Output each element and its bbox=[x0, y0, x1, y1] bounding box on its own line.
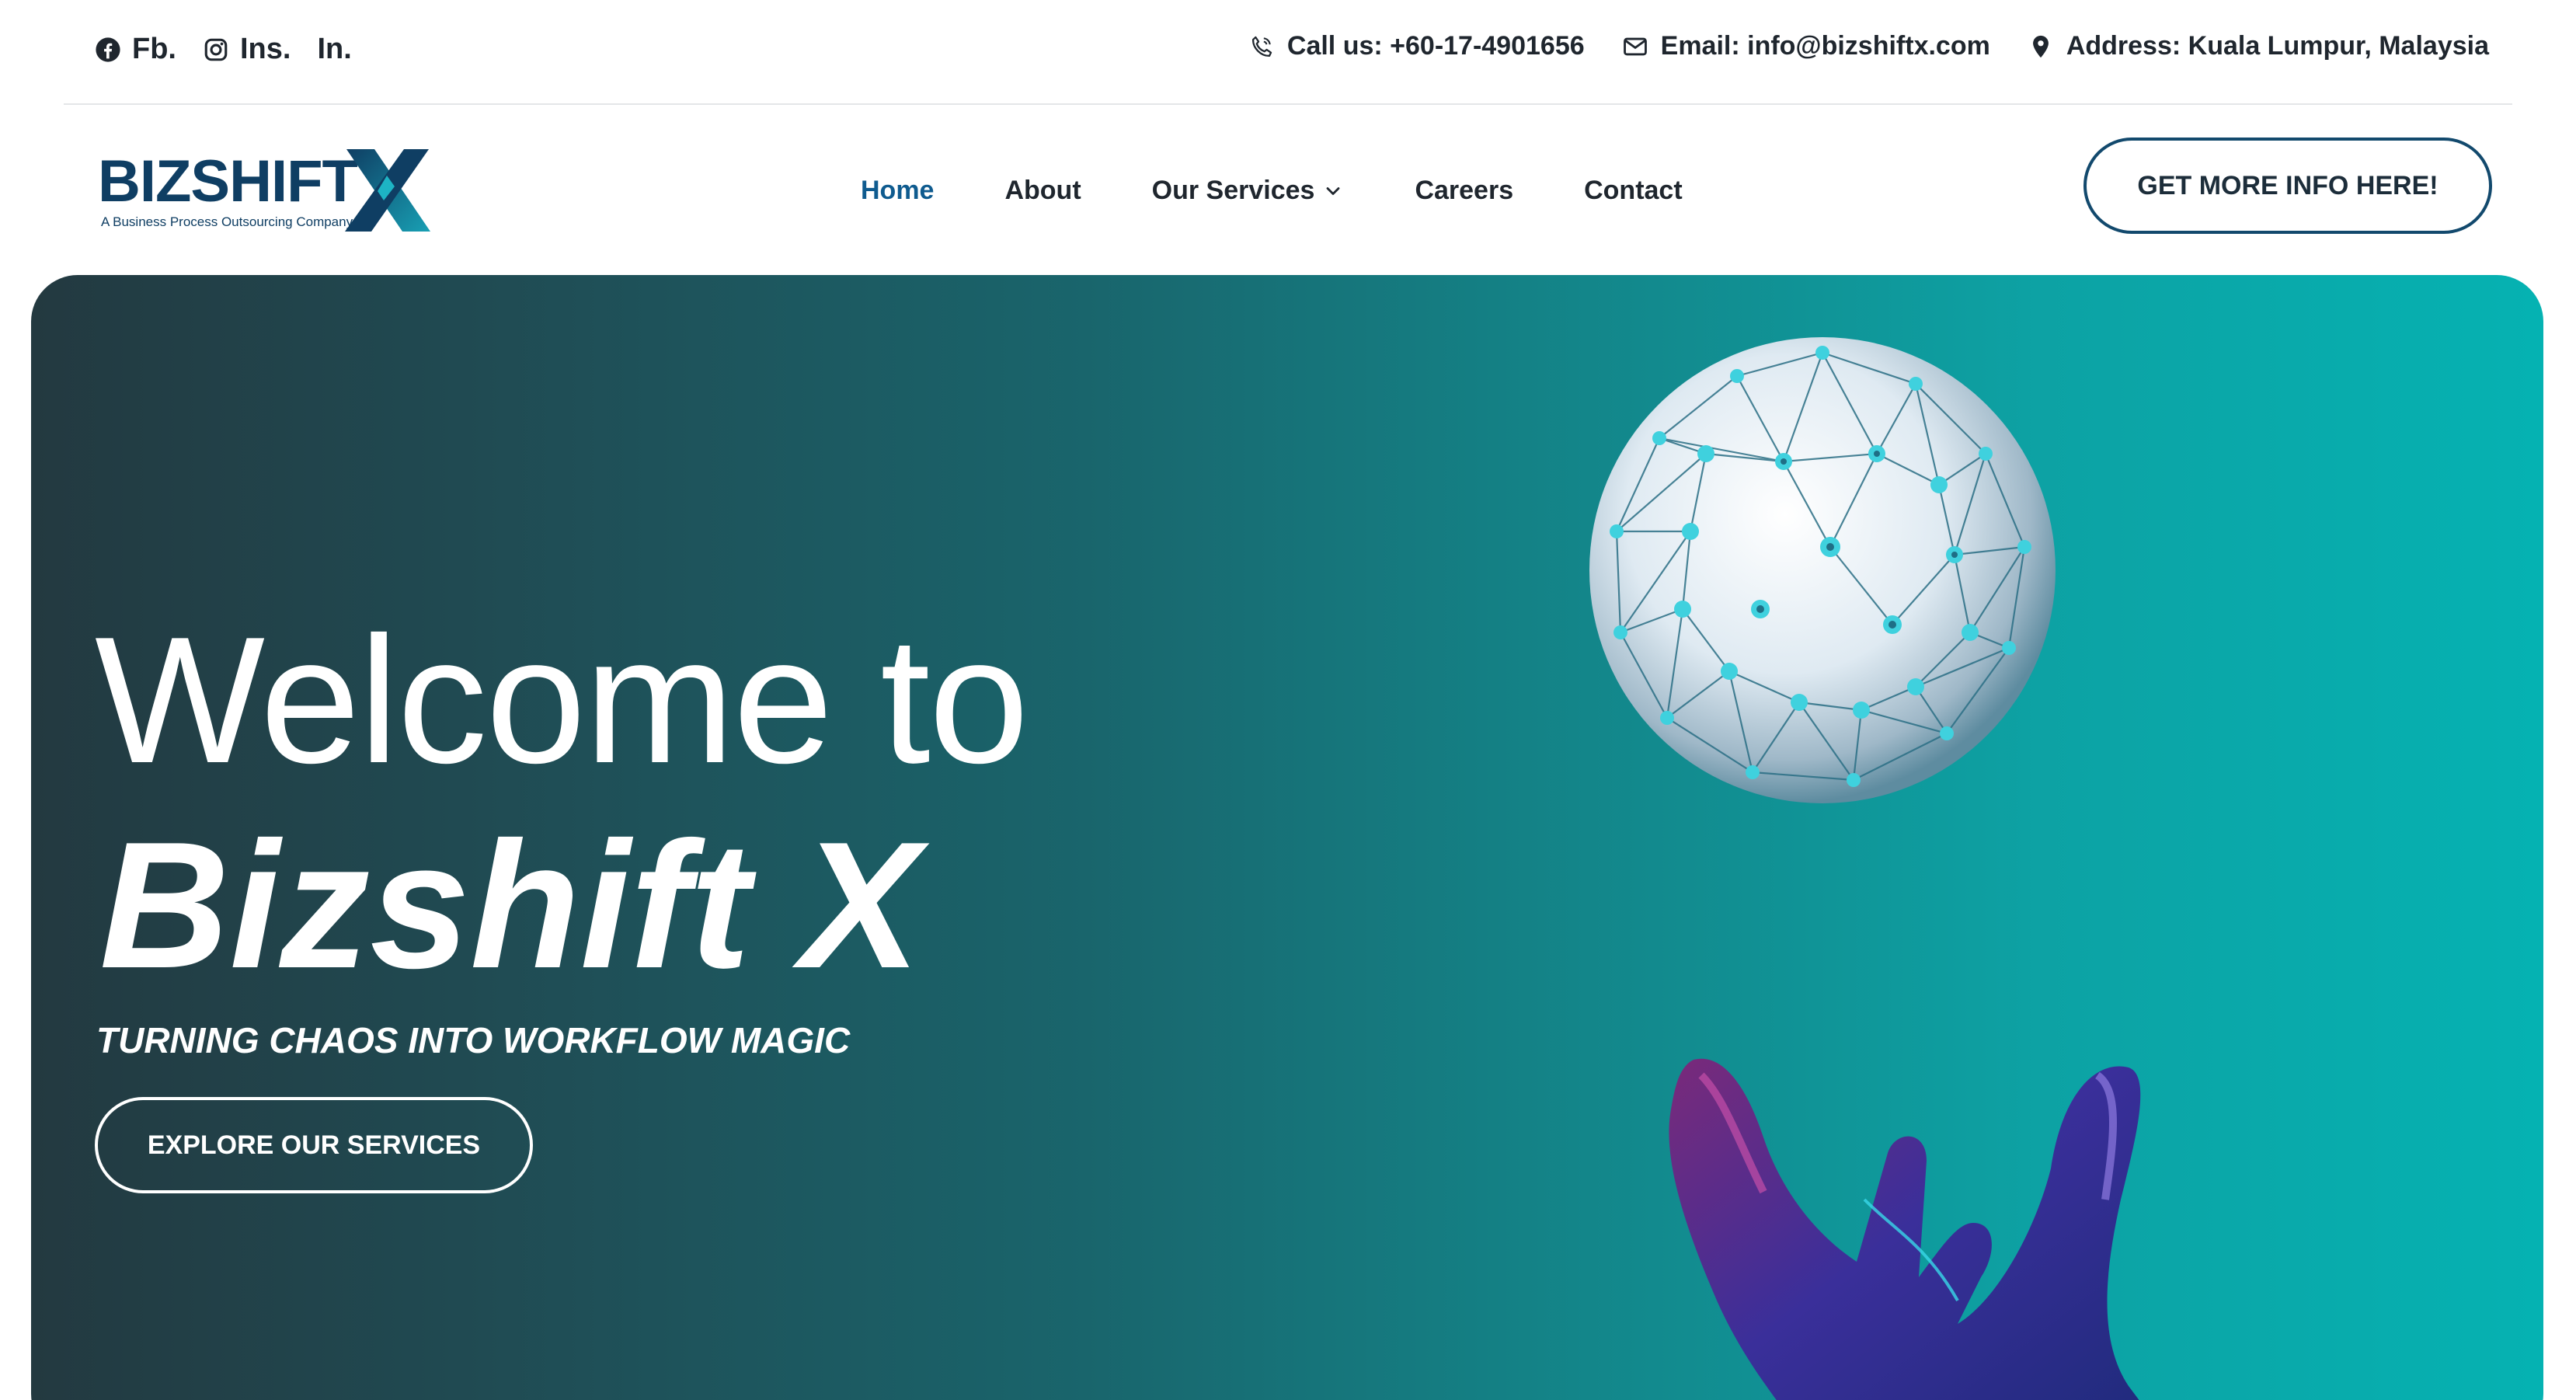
chevron-down-icon bbox=[1327, 186, 1340, 195]
nav-item-contact[interactable]: Contact bbox=[1584, 176, 1683, 206]
network-sphere-image bbox=[1589, 337, 2056, 803]
mail-icon bbox=[1623, 37, 1647, 55]
logo-x-mark bbox=[345, 149, 430, 232]
logo-tagline: A Business Process Outsourcing Company bbox=[101, 214, 353, 229]
brand-logo[interactable]: BIZSHIFT A Business Process Outsourcing … bbox=[98, 145, 432, 236]
hero-title-line2: Bizshift X bbox=[99, 805, 921, 1006]
top-bar: Fb. Ins. In. Call us: +60-17-4901656 Ema… bbox=[0, 0, 2576, 105]
location-pin-icon bbox=[2032, 35, 2049, 57]
phone-link[interactable]: Call us: +60-17-4901656 bbox=[1248, 31, 1585, 61]
nav-item-our-services[interactable]: Our Services bbox=[1152, 176, 1345, 206]
social-links: Fb. Ins. In. bbox=[95, 33, 352, 66]
address-text: Address: Kuala Lumpur, Malaysia bbox=[2066, 31, 2489, 61]
facebook-link[interactable]: Fb. bbox=[95, 33, 176, 66]
contact-info: Call us: +60-17-4901656 Email: info@bizs… bbox=[1248, 31, 2489, 61]
hero-subtitle: TURNING CHAOS INTO WORKFLOW MAGIC bbox=[96, 1020, 851, 1060]
nav-menu: Home About Our Services Careers Contact bbox=[861, 176, 1683, 206]
logo-wordmark: BIZSHIFT bbox=[98, 148, 358, 214]
instagram-label: Ins. bbox=[239, 33, 291, 65]
email-text: Email: info@bizshiftx.com bbox=[1660, 31, 1990, 61]
instagram-link[interactable]: Ins. bbox=[203, 33, 291, 66]
main-navigation: BIZSHIFT A Business Process Outsourcing … bbox=[0, 106, 2576, 275]
hero-banner: Welcome to Bizshift X TURNING CHAOS INTO… bbox=[31, 275, 2543, 1400]
explore-services-button[interactable]: EXPLORE OUR SERVICES bbox=[95, 1097, 533, 1193]
facebook-icon bbox=[96, 37, 120, 62]
nav-item-our-services-label: Our Services bbox=[1151, 176, 1315, 205]
phone-text: Call us: +60-17-4901656 bbox=[1286, 31, 1585, 61]
linkedin-label: In. bbox=[317, 33, 352, 65]
facebook-label: Fb. bbox=[132, 33, 176, 65]
nav-item-home[interactable]: Home bbox=[861, 176, 934, 206]
phone-icon bbox=[1251, 36, 1272, 57]
linkedin-link[interactable]: In. bbox=[317, 33, 351, 66]
hero-title-line1: Welcome to bbox=[95, 600, 1029, 801]
nav-item-about[interactable]: About bbox=[1004, 176, 1081, 206]
email-link[interactable]: Email: info@bizshiftx.com bbox=[1622, 31, 1990, 61]
address-item: Address: Kuala Lumpur, Malaysia bbox=[2028, 31, 2489, 61]
nav-item-careers[interactable]: Careers bbox=[1415, 176, 1513, 206]
instagram-icon bbox=[204, 38, 228, 61]
header-divider bbox=[64, 103, 2512, 105]
get-more-info-button[interactable]: GET MORE INFO HERE! bbox=[2083, 138, 2492, 234]
robotic-hand-image bbox=[1669, 1058, 2141, 1400]
